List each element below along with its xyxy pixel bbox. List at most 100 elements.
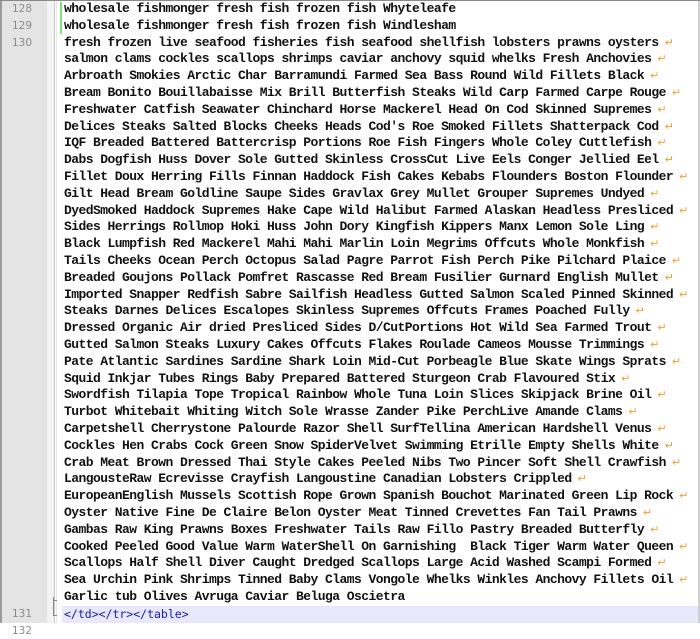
word-wrap-icon: ↵ — [671, 86, 682, 99]
code-text: IQF Breaded Battered Battercrisp Portion… — [64, 135, 667, 152]
editor-row[interactable]: Gutted Salmon Steaks Luxury Cakes Offcut… — [0, 337, 700, 354]
word-wrap-icon: ↵ — [650, 522, 660, 536]
word-wrap-icon: ↵ — [664, 35, 674, 49]
word-wrap-icon: ↵ — [671, 254, 682, 267]
editor-row[interactable]: Turbot Whitebait Whiting Witch Sole Wras… — [0, 404, 700, 421]
editor-row[interactable]: Gilt Head Bream Goldline Saupe Sides Gra… — [0, 186, 700, 203]
word-wrap-icon: ↵ — [650, 186, 660, 200]
code-text: Cooked Peeled Good Value Warm WaterShell… — [64, 539, 688, 556]
word-wrap-icon: ↵ — [671, 354, 682, 368]
editor-row[interactable]: LangousteRaw Ecrevisse Crayfish Langoust… — [0, 471, 700, 488]
editor-row[interactable]: Cooked Peeled Good Value Warm WaterShell… — [0, 539, 700, 556]
code-text: Gambas Raw King Prawns Boxes Freshwater … — [64, 522, 659, 539]
editor-row[interactable]: 131 </td></tr></table> — [0, 606, 700, 623]
line-number: 132 — [11, 624, 32, 637]
line-text: IQF Breaded Battered Battercrisp Portion… — [64, 135, 652, 151]
code-text: Garlic tub Olives Avruga Caviar Beluga O… — [64, 589, 405, 606]
code-text: Pate Atlantic Sardines Sardine Shark Loi… — [64, 354, 681, 371]
word-wrap-icon: ↵ — [650, 220, 660, 234]
editor-row[interactable]: Sides Herrings Rollmop Hoki Huss John Do… — [0, 219, 700, 236]
editor-row[interactable]: IQF Breaded Battered Battercrisp Portion… — [0, 135, 700, 152]
editor-row[interactable]: Sea Urchin Pink Shrimps Tinned Baby Clam… — [0, 572, 700, 589]
editor-row[interactable]: Breaded Goujons Pollack Pomfret Rascasse… — [0, 270, 700, 287]
word-wrap-icon: ↵ — [628, 405, 638, 419]
line-text: Dabs Dogfish Huss Dover Sole Gutted Skin… — [64, 152, 659, 168]
line-text: Scallops Half Shell Diver Caught Dredged… — [64, 555, 652, 571]
word-wrap-icon: ↵ — [664, 438, 674, 452]
word-wrap-icon: ↵ — [657, 52, 667, 66]
code-text: Tails Cheeks Ocean Perch Octopus Salad P… — [64, 253, 681, 270]
code-text: Dabs Dogfish Huss Dover Sole Gutted Skin… — [64, 152, 674, 169]
code-text: fresh frozen live seafood fisheries fish… — [64, 35, 674, 52]
word-wrap-icon: ↵ — [657, 388, 667, 402]
word-wrap-icon: ↵ — [650, 237, 660, 251]
editor-row[interactable]: Oyster Native Fine De Claire Belon Oyste… — [0, 505, 700, 522]
line-text: Breaded Goujons Pollack Pomfret Rascasse… — [64, 269, 659, 285]
word-wrap-icon: ↵ — [679, 203, 689, 217]
word-wrap-icon: ↵ — [671, 455, 682, 469]
editor-row[interactable]: Steaks Darnes Delices Escalopes Skinless… — [0, 303, 700, 320]
editor-row[interactable]: Fillet Doux Herring Fills Finnan Haddock… — [0, 169, 700, 186]
code-text: wholesale fishmonger fresh fish frozen f… — [64, 1, 456, 18]
word-wrap-icon: ↵ — [577, 472, 587, 486]
editor-row[interactable]: EuropeanEnglish Mussels Scottish Rope Gr… — [0, 488, 700, 505]
editor-row[interactable]: Delices Steaks Salted Blocks Cheeks Head… — [0, 119, 700, 136]
editor-row[interactable]: Arbroath Smokies Arctic Char Barramundi … — [0, 68, 700, 85]
line-text: wholesale fishmonger fresh fish frozen f… — [64, 17, 456, 33]
line-text: Imported Snapper Redfish Sabre Sailfish … — [64, 286, 674, 302]
line-text: Arbroath Smokies Arctic Char Barramundi … — [64, 68, 645, 84]
editor-row[interactable]: 128 wholesale fishmonger fresh fish froze… — [0, 1, 700, 18]
code-editor[interactable]: 128 wholesale fishmonger fresh fish froze… — [0, 0, 700, 637]
editor-row[interactable]: Dressed Organic Air dried Presliced Side… — [0, 320, 700, 337]
editor-row[interactable]: Pate Atlantic Sardines Sardine Shark Loi… — [0, 354, 700, 371]
line-text: LangousteRaw Ecrevisse Crayfish Langoust… — [64, 471, 572, 487]
line-text: Crab Meat Brown Dressed Thai Style Cakes… — [64, 454, 666, 470]
word-wrap-icon: ↵ — [657, 321, 667, 335]
line-text: Gilt Head Bream Goldline Saupe Sides Gra… — [64, 185, 645, 201]
editor-row[interactable]: Crab Meat Brown Dressed Thai Style Cakes… — [0, 455, 700, 472]
editor-row[interactable]: Freshwater Catfish Seawater Chinchard Ho… — [0, 102, 700, 119]
editor-row[interactable]: Swordfish Tilapia Tope Tropical Rainbow … — [0, 387, 700, 404]
code-text: wholesale fishmonger fresh fish frozen f… — [64, 18, 456, 35]
editor-row[interactable]: Black Lumpfish Red Mackerel Mahi Mahi Ma… — [0, 236, 700, 253]
line-text: DyedSmoked Haddock Supremes Hake Cape Wi… — [64, 202, 674, 218]
word-wrap-icon: ↵ — [679, 170, 689, 183]
editor-row[interactable]: Squid Inkjar Tubes Rings Baby Prepared B… — [0, 371, 700, 388]
code-text: Sea Urchin Pink Shrimps Tinned Baby Clam… — [64, 572, 688, 589]
editor-row[interactable]: Cockles Hen Crabs Cock Green Snow Spider… — [0, 438, 700, 455]
word-wrap-icon: ↵ — [642, 506, 653, 519]
line-text: Steaks Darnes Delices Escalopes Skinless… — [64, 303, 630, 319]
code-text: Steaks Darnes Delices Escalopes Skinless… — [64, 303, 645, 320]
word-wrap-icon: ↵ — [650, 69, 660, 83]
word-wrap-icon: ↵ — [657, 556, 667, 570]
editor-row[interactable]: 129 wholesale fishmonger fresh fish froze… — [0, 18, 700, 35]
line-text: Carpetshell Cherrystone Palourde Razor S… — [64, 421, 652, 436]
editor-row[interactable]: 132 — [0, 623, 700, 639]
word-wrap-icon: ↵ — [635, 304, 645, 318]
word-wrap-icon: ↵ — [657, 102, 667, 116]
editor-row[interactable]: DyedSmoked Haddock Supremes Hake Cape Wi… — [0, 203, 700, 220]
editor-row[interactable]: Dabs Dogfish Huss Dover Sole Gutted Skin… — [0, 152, 700, 169]
word-wrap-icon: ↵ — [621, 371, 631, 385]
code-text: Turbot Whitebait Whiting Witch Sole Wras… — [64, 404, 638, 421]
line-text: Squid Inkjar Tubes Rings Baby Prepared B… — [64, 370, 616, 386]
editor-row[interactable]: Garlic tub Olives Avruga Caviar Beluga O… — [0, 589, 700, 606]
line-text: Cooked Peeled Good Value Warm WaterShell… — [64, 538, 674, 554]
code-text: Breaded Goujons Pollack Pomfret Rascasse… — [64, 270, 674, 287]
editor-row[interactable]: Carpetshell Cherrystone Palourde Razor S… — [0, 421, 700, 438]
editor-row[interactable]: 130 fresh frozen live seafood fisheries f… — [0, 35, 700, 52]
word-wrap-icon: ↵ — [650, 338, 660, 351]
editor-row[interactable]: Bream Bonito Bouillabaisse Mix Brill But… — [0, 85, 700, 102]
line-text: EuropeanEnglish Mussels Scottish Rope Gr… — [64, 488, 674, 504]
editor-row[interactable]: Imported Snapper Redfish Sabre Sailfish … — [0, 287, 700, 304]
editor-row[interactable]: salmon clams cockles scallops shrimps ca… — [0, 51, 700, 68]
editor-row[interactable]: Scallops Half Shell Diver Caught Dredged… — [0, 555, 700, 572]
code-text: LangousteRaw Ecrevisse Crayfish Langoust… — [64, 471, 587, 488]
word-wrap-icon: ↵ — [664, 270, 674, 284]
line-text: Dressed Organic Air dried Presliced Side… — [64, 320, 652, 336]
editor-row[interactable]: Gambas Raw King Prawns Boxes Freshwater … — [0, 522, 700, 539]
code-text: Arbroath Smokies Arctic Char Barramundi … — [64, 68, 659, 85]
line-text: Garlic tub Olives Avruga Caviar Beluga O… — [64, 589, 405, 604]
editor-row[interactable]: Tails Cheeks Ocean Perch Octopus Salad P… — [0, 253, 700, 270]
code-text: Delices Steaks Salted Blocks Cheeks Head… — [64, 119, 674, 136]
